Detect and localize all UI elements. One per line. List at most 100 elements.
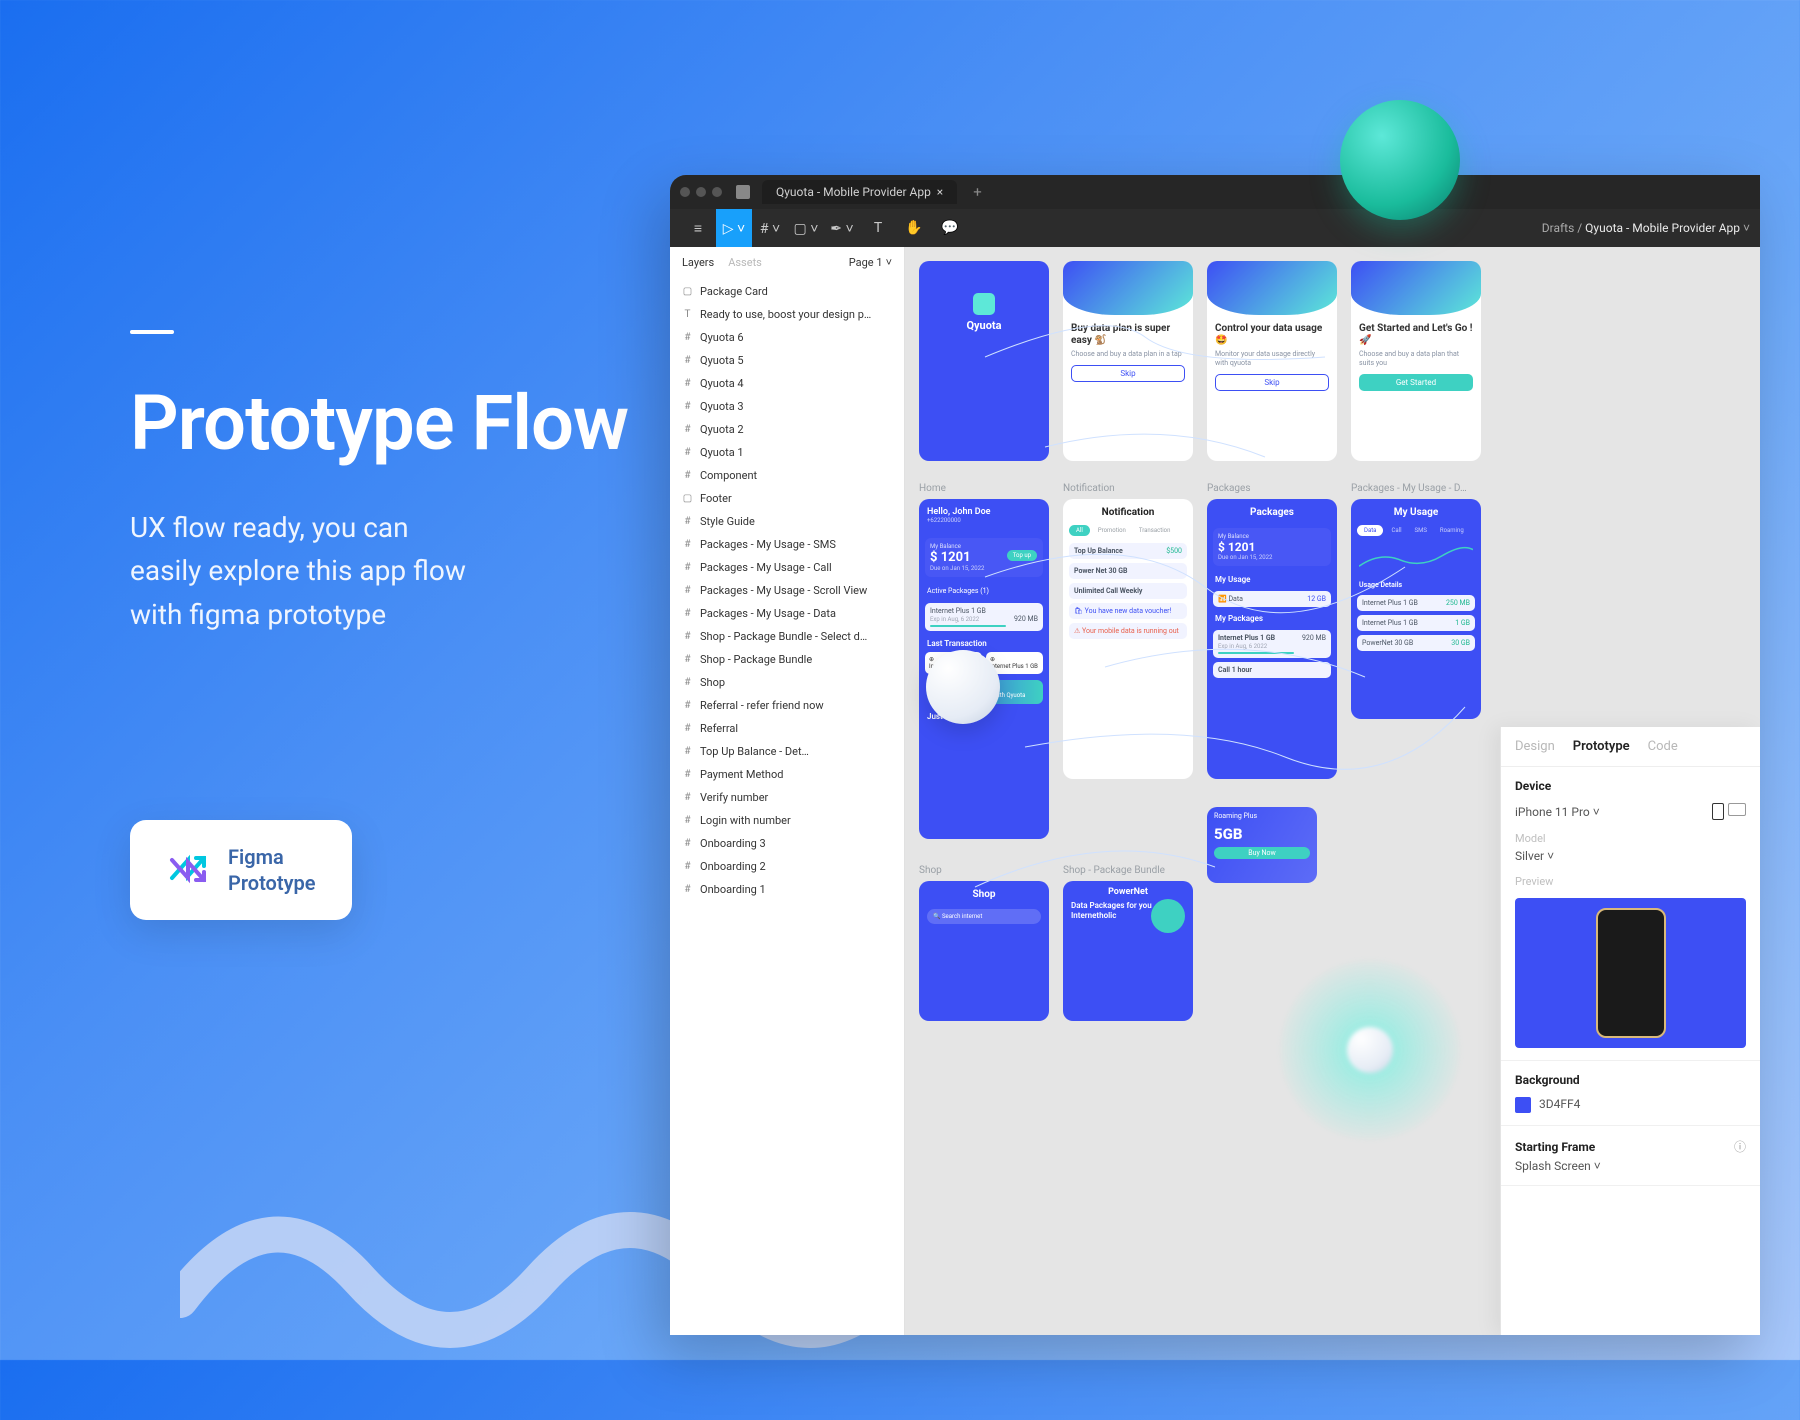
layer-name: Package Card: [700, 285, 768, 298]
layer-type-icon: #: [682, 723, 693, 734]
layer-type-icon: #: [682, 585, 693, 596]
layer-type-icon: #: [682, 654, 693, 665]
tab-design[interactable]: Design: [1515, 739, 1555, 754]
layer-item[interactable]: #Onboarding 1: [670, 878, 904, 901]
text-tool[interactable]: T: [860, 209, 896, 247]
pen-tool[interactable]: ✒ ˅: [824, 209, 860, 247]
layer-item[interactable]: #Onboarding 2: [670, 855, 904, 878]
background-color[interactable]: 3D4FF4: [1515, 1097, 1746, 1113]
layer-item[interactable]: #Qyuota 1: [670, 441, 904, 464]
frame-shop[interactable]: Shop 🔍 Search internet: [919, 881, 1049, 1021]
label-packages-usage: Packages - My Usage - D…: [1351, 483, 1467, 494]
frame-notification[interactable]: Notification AllPromotionTransaction Top…: [1063, 499, 1193, 779]
layer-type-icon: #: [682, 792, 693, 803]
layer-item[interactable]: #Onboarding 3: [670, 832, 904, 855]
device-heading: Device: [1515, 779, 1746, 793]
frame-packages[interactable]: Packages My Balance$ 1201Due on Jan 15, …: [1207, 499, 1337, 779]
decorative-sphere-white: [926, 650, 1000, 724]
layer-type-icon: ▢: [682, 493, 693, 504]
layer-type-icon: #: [682, 470, 693, 481]
shape-tool[interactable]: ▢ ˅: [788, 209, 824, 247]
layer-item[interactable]: #Component: [670, 464, 904, 487]
tab-assets[interactable]: Assets: [728, 256, 762, 269]
layer-type-icon: T: [682, 309, 693, 320]
model-label: Model: [1515, 832, 1746, 845]
layer-item[interactable]: # Referral: [670, 717, 904, 740]
layer-item[interactable]: # Top Up Balance - Det…: [670, 740, 904, 763]
frame-roaming-card[interactable]: Roaming Plus 5GB Buy Now: [1207, 807, 1317, 883]
layer-item[interactable]: #Qyuota 6: [670, 326, 904, 349]
layer-item[interactable]: #Shop: [670, 671, 904, 694]
move-tool[interactable]: ▷ ˅: [716, 209, 752, 247]
layer-item[interactable]: #Qyuota 2: [670, 418, 904, 441]
info-icon[interactable]: ⓘ: [1734, 1138, 1746, 1155]
frame-onboard-2[interactable]: Control your data usage 🤩 Monitor your d…: [1207, 261, 1337, 461]
layer-name: Top Up Balance - Det…: [700, 745, 809, 758]
traffic-lights[interactable]: [680, 187, 722, 197]
device-preview: [1515, 898, 1746, 1048]
layer-item[interactable]: #Qyuota 3: [670, 395, 904, 418]
frame-onboard-3[interactable]: Get Started and Let's Go ! 🚀 Choose and …: [1351, 261, 1481, 461]
layer-name: Packages - My Usage - Data: [700, 607, 836, 620]
accent-line: [130, 330, 174, 334]
hero-title: Prototype Flow: [130, 378, 628, 468]
layer-type-icon: #: [682, 516, 693, 527]
menu-icon[interactable]: ≡: [680, 209, 716, 247]
layer-name: Onboarding 2: [700, 860, 766, 873]
layer-type-icon: #: [682, 608, 693, 619]
tab-code[interactable]: Code: [1648, 739, 1678, 754]
hand-tool[interactable]: ✋: [896, 209, 932, 247]
device-select[interactable]: iPhone 11 Pro ˅: [1515, 805, 1600, 819]
frame-my-usage[interactable]: My Usage DataCallSMSRoaming Usage Detail…: [1351, 499, 1481, 719]
layer-item[interactable]: #Packages - My Usage - Call: [670, 556, 904, 579]
layer-type-icon: #: [682, 769, 693, 780]
layer-item[interactable]: #Packages - My Usage - SMS: [670, 533, 904, 556]
tab-prototype[interactable]: Prototype: [1573, 739, 1630, 754]
orientation-toggle[interactable]: [1712, 803, 1746, 820]
label-shop-bundle: Shop - Package Bundle: [1063, 865, 1165, 876]
canvas[interactable]: Qyuota Buy data plan is super easy 🐒 Cho…: [905, 247, 1760, 1335]
layer-type-icon: #: [682, 355, 693, 366]
comment-tool[interactable]: 💬: [932, 209, 968, 247]
layer-item[interactable]: #Payment Method: [670, 763, 904, 786]
layer-item[interactable]: #Qyuota 4: [670, 372, 904, 395]
cta-line1: Figma: [228, 844, 316, 870]
figma-logo-icon: [736, 185, 750, 199]
layer-item[interactable]: # Shop - Package Bundle: [670, 648, 904, 671]
model-select[interactable]: Silver ˅: [1515, 849, 1746, 863]
file-tab[interactable]: Qyuota - Mobile Provider App ×: [762, 180, 957, 204]
layer-name: Login with number: [700, 814, 791, 827]
starting-frame-heading: Starting Frame: [1515, 1140, 1595, 1154]
page-selector[interactable]: Page 1 ˅: [849, 256, 892, 269]
layer-name: Referral: [700, 722, 738, 735]
frame-splash[interactable]: Qyuota: [919, 261, 1049, 461]
frame-shop-bundle[interactable]: PowerNet Data Packages for you Interneth…: [1063, 881, 1193, 1021]
layer-item[interactable]: #Login with number: [670, 809, 904, 832]
layer-item[interactable]: #Qyuota 5: [670, 349, 904, 372]
starting-frame-select[interactable]: Splash Screen ˅: [1515, 1159, 1746, 1173]
layer-item[interactable]: #Verify number: [670, 786, 904, 809]
frame-onboard-1[interactable]: Buy data plan is super easy 🐒 Choose and…: [1063, 261, 1193, 461]
layer-item[interactable]: #Style Guide: [670, 510, 904, 533]
new-tab-button[interactable]: +: [973, 183, 982, 201]
layer-item[interactable]: # Packages - My Usage - Data: [670, 602, 904, 625]
layer-item[interactable]: #Referral - refer friend now: [670, 694, 904, 717]
layer-type-icon: #: [682, 677, 693, 688]
label-notif: Notification: [1063, 483, 1115, 494]
layer-item[interactable]: #Packages - My Usage - Scroll View: [670, 579, 904, 602]
layer-item[interactable]: ▢ Footer: [670, 487, 904, 510]
tab-layers[interactable]: Layers: [682, 256, 714, 269]
layer-name: Footer: [700, 492, 732, 505]
layer-item[interactable]: ▢Package Card: [670, 280, 904, 303]
figma-prototype-button[interactable]: Figma Prototype: [130, 820, 352, 920]
layer-name: Qyuota 6: [700, 331, 744, 344]
breadcrumb[interactable]: Drafts / Qyuota - Mobile Provider App ˅: [1542, 221, 1750, 235]
layer-item[interactable]: #Shop - Package Bundle - Select d…: [670, 625, 904, 648]
layer-type-icon: #: [682, 746, 693, 757]
frame-tool[interactable]: # ˅: [752, 209, 788, 247]
label-shop: Shop: [919, 865, 942, 876]
layer-name: Shop - Package Bundle: [700, 653, 812, 666]
layer-item[interactable]: TReady to use, boost your design p…: [670, 303, 904, 326]
cta-line2: Prototype: [228, 870, 316, 896]
layer-type-icon: #: [682, 401, 693, 412]
